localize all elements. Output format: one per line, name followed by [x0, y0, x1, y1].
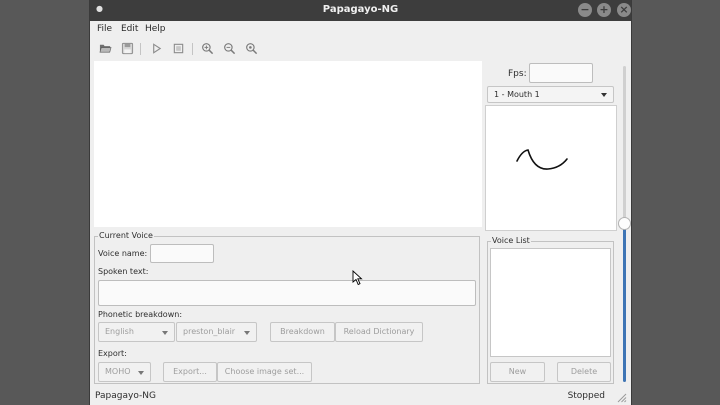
spoken-text-input[interactable] [98, 280, 476, 306]
mouse-pointer-icon [352, 270, 363, 286]
mouth-select[interactable]: 1 - Mouth 1 [487, 86, 614, 103]
toolbar-separator [140, 43, 141, 55]
new-voice-button[interactable]: New [490, 362, 545, 382]
title-bar: ● Papagayo-NG − + × [90, 0, 631, 21]
close-icon[interactable]: × [617, 3, 631, 17]
voice-name-label: Voice name: [98, 249, 148, 258]
open-icon[interactable] [99, 42, 112, 55]
export-label: Export: [98, 349, 127, 358]
phonetic-breakdown-label: Phonetic breakdown: [98, 310, 183, 319]
menu-file[interactable]: File [97, 24, 112, 34]
language-select-value: English [105, 327, 134, 336]
choose-image-set-button[interactable]: Choose image set... [217, 362, 312, 382]
stop-icon[interactable] [172, 42, 185, 55]
status-playback: Stopped [567, 391, 605, 401]
export-button[interactable]: Export... [163, 362, 217, 382]
mouth-shape-icon [516, 149, 568, 170]
chevron-down-icon [138, 371, 144, 375]
current-voice-title: Current Voice [98, 231, 154, 240]
resize-grip-icon[interactable] [616, 392, 627, 403]
window-title: Papagayo-NG [322, 4, 399, 15]
mouth-preview [485, 105, 617, 231]
voice-name-input[interactable] [150, 244, 214, 263]
play-icon[interactable] [150, 42, 163, 55]
panel-scrollbar-fill [623, 224, 626, 382]
breakdown-button[interactable]: Breakdown [270, 322, 335, 342]
status-bar: Papagayo-NG Stopped [90, 388, 631, 405]
save-icon[interactable] [121, 42, 134, 55]
menu-help[interactable]: Help [145, 24, 166, 34]
chevron-down-icon [244, 331, 250, 335]
panel-scrollbar-handle[interactable] [618, 217, 631, 230]
reload-dictionary-button[interactable]: Reload Dictionary [335, 322, 423, 342]
fps-label: Fps: [508, 69, 527, 79]
zoom-in-icon[interactable] [201, 42, 214, 55]
language-select[interactable]: English [98, 322, 175, 342]
toolbar-separator [192, 43, 193, 55]
toolbar [90, 38, 631, 59]
voice-list[interactable] [490, 248, 611, 357]
export-format-value: MOHO [105, 367, 131, 376]
voice-list-title: Voice List [491, 236, 531, 245]
waveform-view[interactable] [94, 61, 482, 227]
zoom-reset-icon[interactable] [245, 42, 258, 55]
minimize-icon[interactable]: − [578, 3, 592, 17]
delete-voice-button[interactable]: Delete [557, 362, 611, 382]
fps-input[interactable] [529, 63, 593, 83]
zoom-out-icon[interactable] [223, 42, 236, 55]
export-format-select[interactable]: MOHO [98, 362, 151, 382]
menu-bar: File Edit Help [90, 21, 631, 38]
spoken-text-label: Spoken text: [98, 267, 149, 276]
maximize-icon[interactable]: + [597, 3, 611, 17]
chevron-down-icon [601, 93, 607, 97]
phoneme-set-select[interactable]: preston_blair [176, 322, 257, 342]
phoneme-set-value: preston_blair [183, 327, 236, 336]
menu-edit[interactable]: Edit [121, 24, 138, 34]
mouth-select-value: 1 - Mouth 1 [494, 90, 540, 99]
app-window: ● Papagayo-NG − + × File Edit Help Curre… [89, 0, 632, 405]
status-app-name: Papagayo-NG [95, 391, 156, 401]
chevron-down-icon [162, 331, 168, 335]
